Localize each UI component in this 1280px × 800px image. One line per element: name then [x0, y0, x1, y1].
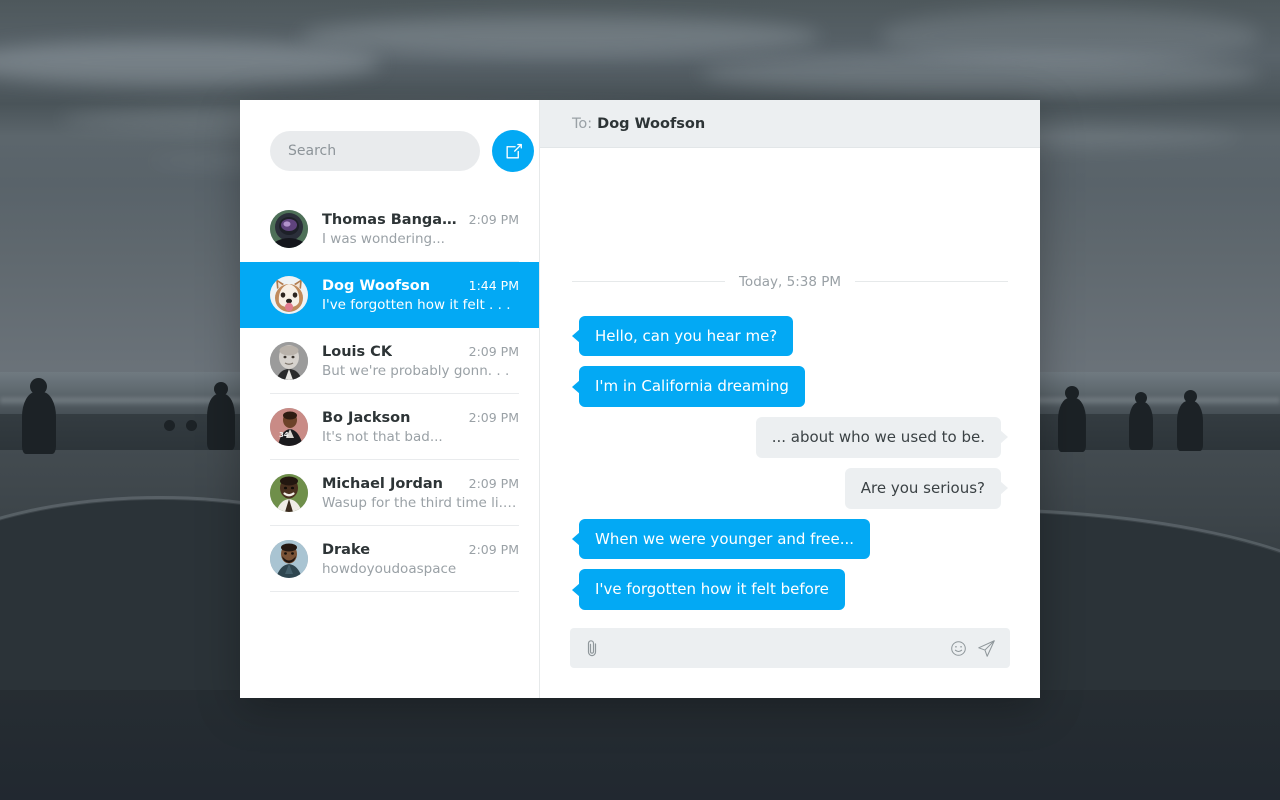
- message-bubble-incoming[interactable]: Hello, can you hear me?: [579, 315, 794, 357]
- conversation-top-row: Michael Jordan 2:09 PM: [322, 476, 519, 492]
- conversation-name: Louis CK: [322, 343, 393, 360]
- bo-jackson-avatar: 34: [270, 408, 308, 446]
- conversation-time: 1:44 PM: [468, 277, 519, 293]
- person-silhouette: [1129, 402, 1153, 450]
- search-row: [240, 100, 539, 172]
- conversation-item[interactable]: Michael Jordan 2:09 PM Wasup for the thi…: [240, 460, 539, 526]
- conversation-body: Bo Jackson 2:09 PM It's not that bad...: [322, 410, 519, 445]
- conversation-name: Dog Woofson: [322, 277, 431, 294]
- background-foreground: [0, 690, 1280, 800]
- search-input[interactable]: [270, 131, 480, 171]
- husky-dog-avatar: [270, 276, 308, 314]
- person-silhouette: [164, 420, 175, 431]
- avatar: [270, 474, 308, 512]
- conversation-preview: I've forgotten how it felt . . .: [322, 296, 511, 313]
- conversation-name: Michael Jordan: [322, 475, 443, 492]
- message-bubble-outgoing[interactable]: ... about who we used to be.: [755, 417, 1001, 458]
- conversation-body: Dog Woofson 1:44 PM I've forgotten how i…: [322, 278, 519, 313]
- avatar: 34: [270, 408, 308, 446]
- conversation-item[interactable]: Louis CK 2:09 PM But we're probably gonn…: [240, 328, 539, 394]
- paperclip-icon[interactable]: [584, 639, 600, 657]
- conversation-preview: I was wondering...: [322, 230, 445, 247]
- desktop-background: Thomas Bangalter 2:09 PM I was wondering…: [0, 0, 1280, 800]
- conversation-list: Thomas Bangalter 2:09 PM I was wondering…: [240, 196, 539, 698]
- compose-button[interactable]: [492, 130, 534, 172]
- conversation-preview: Wasup for the third time li. . .: [322, 494, 519, 511]
- compose-icon: [505, 143, 522, 159]
- chat-pane: To: Dog Woofson Today, 5:38 PM Hello, ca…: [540, 100, 1040, 698]
- michael-jordan-avatar: [270, 474, 308, 512]
- message-composer: [570, 628, 1010, 668]
- person-silhouette: [22, 392, 56, 454]
- conversation-item-active[interactable]: Dog Woofson 1:44 PM I've forgotten how i…: [240, 262, 539, 328]
- chat-recipient-name: Dog Woofson: [597, 115, 706, 132]
- conversation-time: 2:09 PM: [468, 211, 519, 227]
- conversation-item[interactable]: Thomas Bangalter 2:09 PM I was wondering…: [240, 196, 539, 262]
- svg-text:34: 34: [279, 431, 289, 439]
- conversation-name: Drake: [322, 541, 371, 558]
- conversation-top-row: Bo Jackson 2:09 PM: [322, 410, 519, 426]
- message-row: I'm in California dreaming: [572, 366, 1008, 407]
- divider-rule-right: [855, 281, 1008, 282]
- person-silhouette: [1177, 401, 1203, 451]
- avatar: [270, 342, 308, 380]
- conversation-top-row: Dog Woofson 1:44 PM: [322, 278, 519, 294]
- person-silhouette: [1058, 398, 1086, 452]
- message-bubble-incoming[interactable]: When we were younger and free...: [579, 518, 871, 560]
- louis-ck-avatar: [270, 342, 308, 380]
- cloud: [300, 16, 820, 56]
- message-bubble-outgoing[interactable]: Are you serious?: [844, 467, 1001, 509]
- chat-header: To: Dog Woofson: [540, 100, 1040, 148]
- message-row: I've forgotten how it felt before: [572, 569, 1008, 610]
- message-row: ... about who we used to be.: [572, 417, 1008, 458]
- conversation-time: 2:09 PM: [468, 343, 519, 359]
- avatar: [270, 540, 308, 578]
- conversation-preview: But we're probably gonn. . .: [322, 362, 510, 379]
- composer-wrapper: [540, 610, 1040, 698]
- avatar: [270, 276, 308, 314]
- divider-rule-left: [572, 281, 725, 282]
- message-list: Today, 5:38 PM Hello, can you hear me? I…: [540, 148, 1040, 610]
- conversation-item[interactable]: 34 Bo Jackson 2:09 PM It's not that bad.…: [240, 394, 539, 460]
- message-input[interactable]: [610, 640, 940, 656]
- conversation-time: 2:09 PM: [468, 541, 519, 557]
- conversation-top-row: Louis CK 2:09 PM: [322, 344, 519, 360]
- message-row: Are you serious?: [572, 467, 1008, 509]
- date-divider: Today, 5:38 PM: [572, 274, 1008, 290]
- date-divider-text: Today, 5:38 PM: [738, 273, 842, 290]
- conversation-preview: howdoyoudoaspace: [322, 560, 457, 577]
- person-silhouette: [207, 394, 235, 450]
- conversation-body: Michael Jordan 2:09 PM Wasup for the thi…: [322, 476, 519, 511]
- paper-plane-icon[interactable]: [977, 639, 996, 658]
- message-row: When we were younger and free...: [572, 518, 1008, 560]
- to-label: To:: [572, 115, 593, 132]
- message-bubble-incoming[interactable]: I've forgotten how it felt before: [579, 569, 845, 610]
- conversation-body: Thomas Bangalter 2:09 PM I was wondering…: [322, 212, 519, 247]
- conversation-name: Thomas Bangalter: [322, 211, 461, 228]
- daft-punk-helmet-avatar: [270, 210, 308, 248]
- conversations-sidebar: Thomas Bangalter 2:09 PM I was wondering…: [240, 100, 540, 698]
- conversation-time: 2:09 PM: [468, 475, 519, 491]
- drake-avatar: [270, 540, 308, 578]
- avatar: [270, 210, 308, 248]
- smiley-icon[interactable]: [950, 640, 967, 657]
- messenger-window: Thomas Bangalter 2:09 PM I was wondering…: [240, 100, 1040, 698]
- conversation-body: Drake 2:09 PM howdoyoudoaspace: [322, 542, 519, 577]
- message-bubble-incoming[interactable]: I'm in California dreaming: [579, 366, 805, 407]
- conversation-preview: It's not that bad...: [322, 428, 443, 445]
- conversation-time: 2:09 PM: [468, 409, 519, 425]
- cloud: [880, 8, 1260, 64]
- conversation-body: Louis CK 2:09 PM But we're probably gonn…: [322, 344, 519, 379]
- message-row: Hello, can you hear me?: [572, 315, 1008, 357]
- conversation-item[interactable]: Drake 2:09 PM howdoyoudoaspace: [240, 526, 539, 592]
- conversation-name: Bo Jackson: [322, 409, 411, 426]
- conversation-top-row: Thomas Bangalter 2:09 PM: [322, 212, 519, 228]
- person-silhouette: [186, 420, 197, 431]
- conversation-top-row: Drake 2:09 PM: [322, 542, 519, 558]
